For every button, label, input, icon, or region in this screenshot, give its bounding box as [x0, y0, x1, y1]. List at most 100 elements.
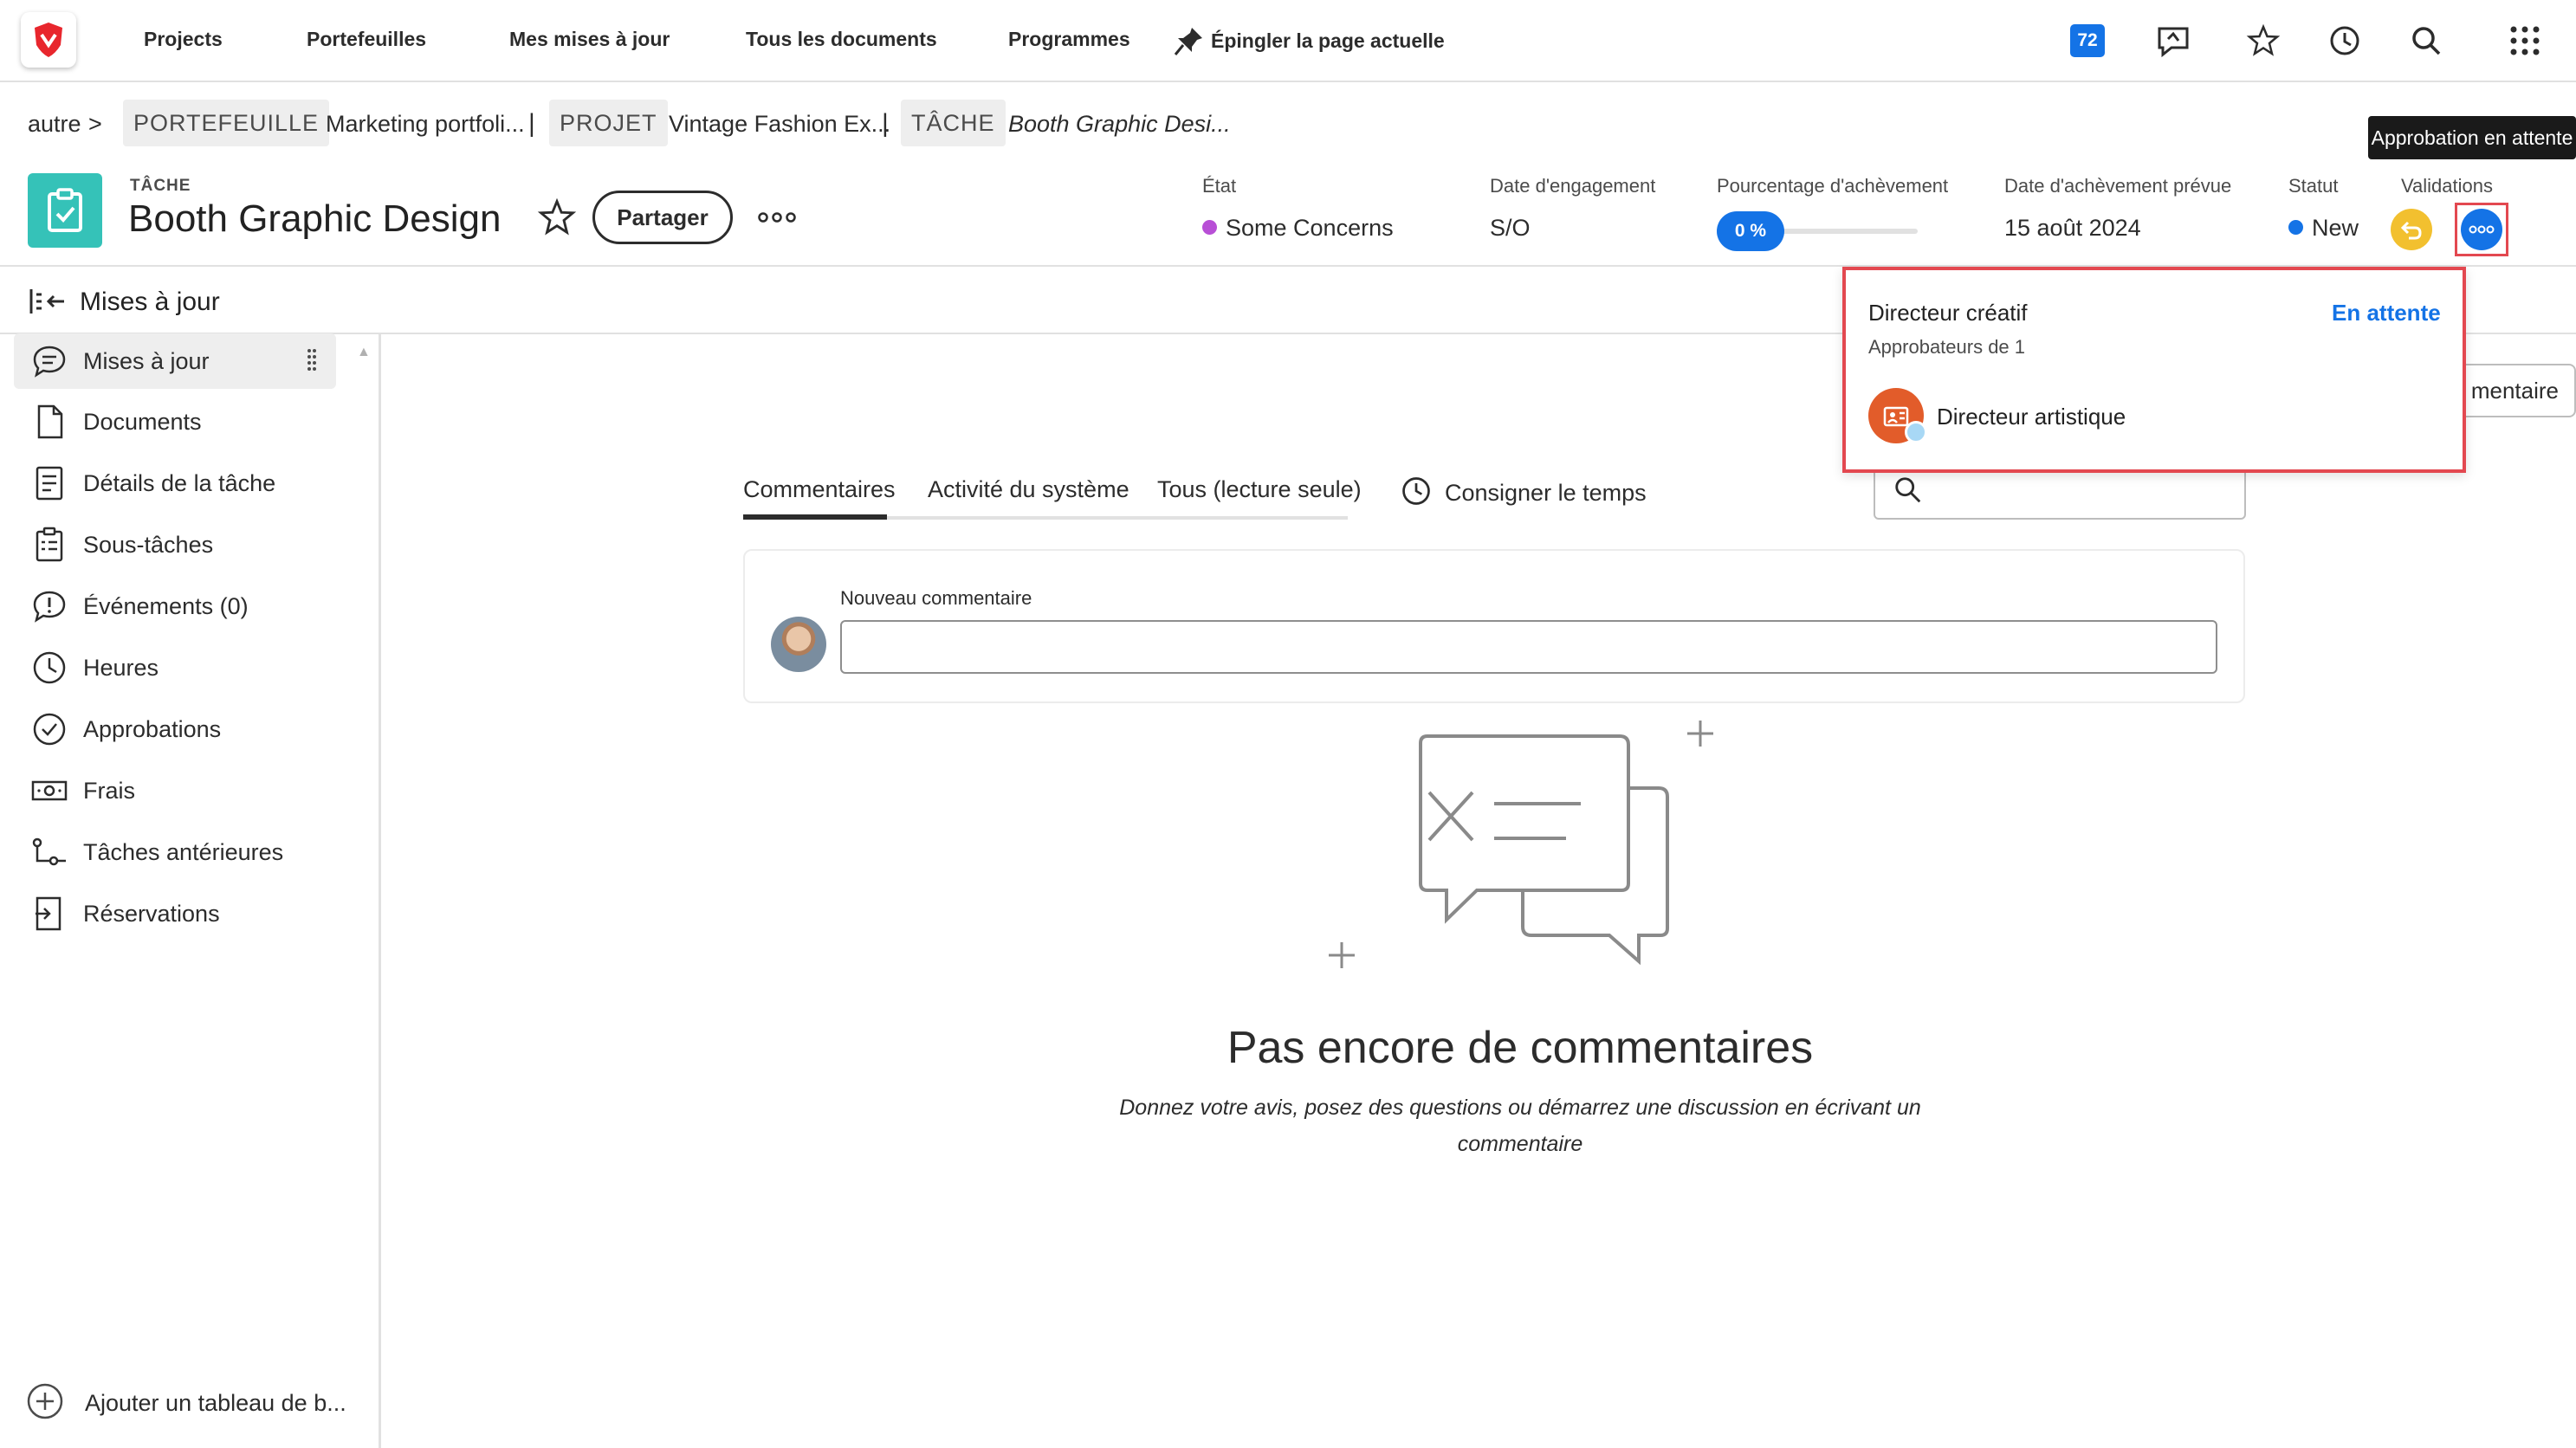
- approval-pending-icon[interactable]: [2461, 209, 2502, 250]
- pending-approval-tooltip: Approbation en attente: [2368, 116, 2576, 159]
- breadcrumb-separator: |: [882, 109, 889, 138]
- breadcrumb-project[interactable]: Vintage Fashion Ex...: [669, 111, 890, 138]
- notification-count-badge[interactable]: 72: [2070, 24, 2105, 57]
- sidebar-item-label: Sous-tâches: [83, 531, 214, 558]
- sidebar-item-predecessors[interactable]: Tâches antérieures: [14, 824, 336, 880]
- sidebar-item-label: Approbations: [83, 715, 222, 742]
- sidebar-item-hours[interactable]: Heures: [14, 640, 336, 695]
- commit-date-value[interactable]: S/O: [1490, 215, 1531, 242]
- active-tab-indicator: [743, 514, 887, 520]
- sidebar-item-task-details[interactable]: Détails de la tâche: [14, 456, 336, 511]
- chat-bubble-icon: [29, 341, 69, 381]
- money-icon: [29, 771, 69, 811]
- pin-page-button[interactable]: Épingler la page actuelle: [1173, 24, 1445, 57]
- add-board-label: Ajouter un tableau de b...: [85, 1390, 346, 1416]
- workfront-logo-icon: [35, 23, 62, 57]
- percent-complete-track[interactable]: [1779, 229, 1918, 234]
- status-value[interactable]: New: [2288, 215, 2359, 242]
- share-button[interactable]: Partager: [592, 191, 733, 244]
- favorite-star-icon[interactable]: [537, 197, 577, 242]
- recent-history-icon[interactable]: [2323, 19, 2366, 62]
- document-icon: [29, 402, 69, 442]
- apps-grid-icon[interactable]: [2503, 19, 2547, 62]
- log-time-button[interactable]: Consigner le temps: [1400, 475, 1647, 512]
- sidebar-item-expenses[interactable]: Frais: [14, 763, 336, 818]
- page-title[interactable]: Booth Graphic Design: [128, 197, 501, 241]
- nav-my-updates[interactable]: Mes mises à jour: [509, 28, 670, 51]
- drag-handle-icon[interactable]: [307, 347, 317, 376]
- sidebar-item-label: Détails de la tâche: [83, 469, 276, 496]
- pin-icon: [1174, 28, 1202, 55]
- clock-icon: [29, 648, 69, 688]
- nav-programs[interactable]: Programmes: [1008, 28, 1130, 51]
- details-icon: [29, 463, 69, 503]
- approval-popover: [1842, 267, 2466, 473]
- more-options-icon[interactable]: [757, 204, 797, 235]
- sidebar-item-label: Mises à jour: [83, 347, 210, 374]
- sidebar-item-label: Frais: [83, 777, 135, 804]
- breadcrumb-task-tag: TÂCHE: [901, 100, 1006, 146]
- object-type-label: TÂCHE: [130, 177, 191, 195]
- breadcrumb-root[interactable]: autre: [28, 111, 81, 138]
- panel-title: Mises à jour: [80, 288, 220, 316]
- planned-completion-value[interactable]: 15 août 2024: [2004, 215, 2141, 242]
- planned-completion-label: Date d'achèvement prévue: [2004, 175, 2232, 197]
- breadcrumb-project-tag: PROJET: [549, 100, 668, 146]
- sidebar-item-bookings[interactable]: Réservations: [14, 886, 336, 941]
- pin-page-label: Épingler la page actuelle: [1211, 29, 1445, 52]
- tab-all-read-only[interactable]: Tous (lecture seule): [1157, 476, 1362, 503]
- empty-state-title: Pas encore de commentaires: [1227, 1023, 1814, 1073]
- breadcrumb-portfolio[interactable]: Marketing portfoli...: [326, 111, 525, 138]
- approval-returned-icon[interactable]: [2391, 209, 2432, 250]
- sidebar-item-label: Tâches antérieures: [83, 838, 284, 865]
- status-text: New: [2312, 215, 2359, 241]
- add-board-button[interactable]: Ajouter un tableau de b...: [26, 1382, 346, 1425]
- condition-value[interactable]: Some Concerns: [1202, 215, 1394, 242]
- breadcrumb-portfolio-tag: PORTEFEUILLE: [123, 100, 330, 146]
- sidebar-item-issues[interactable]: Événements (0): [14, 579, 336, 634]
- sidebar-item-updates[interactable]: Mises à jour: [14, 333, 336, 389]
- condition-label: État: [1202, 175, 1237, 197]
- breadcrumb-separator: |: [528, 109, 535, 138]
- commit-date-label: Date d'engagement: [1490, 175, 1656, 197]
- sidebar-item-label: Documents: [83, 408, 202, 435]
- add-circle-icon: [26, 1382, 64, 1425]
- sidebar-item-label: Heures: [83, 654, 159, 681]
- issue-icon: [29, 586, 69, 626]
- pending-badge-icon: [1905, 421, 1927, 443]
- favorites-star-icon[interactable]: [2242, 19, 2285, 62]
- search-icon[interactable]: [2404, 19, 2448, 62]
- collapse-panel-icon[interactable]: [28, 286, 68, 321]
- nav-portfolios[interactable]: Portefeuilles: [307, 28, 426, 51]
- approval-status: En attente: [2332, 300, 2441, 326]
- app-logo[interactable]: [21, 12, 76, 68]
- no-comments-illustration-icon: [1317, 710, 1732, 992]
- tab-comments[interactable]: Commentaires: [743, 476, 896, 503]
- approvals-label: Validations: [2401, 175, 2493, 197]
- tab-system-activity[interactable]: Activité du système: [928, 476, 1129, 503]
- search-icon: [1893, 475, 1924, 510]
- sidebar-item-subtasks[interactable]: Sous-tâches: [14, 517, 336, 572]
- approvers-count: Approbateurs de 1: [1868, 336, 2026, 358]
- percent-complete-value[interactable]: 0 %: [1717, 211, 1784, 251]
- scroll-up-arrow[interactable]: ▲: [357, 345, 371, 360]
- new-comment-label: Nouveau commentaire: [840, 587, 1032, 609]
- new-comment-input[interactable]: [840, 620, 2217, 674]
- nav-projects[interactable]: Projects: [144, 28, 223, 51]
- status-dot: [2288, 220, 2303, 236]
- percent-complete-label: Pourcentage d'achèvement: [1717, 175, 1949, 197]
- task-clipboard-icon: [28, 173, 102, 248]
- predecessors-icon: [29, 832, 69, 872]
- breadcrumb-task: Booth Graphic Desi...: [1008, 111, 1231, 137]
- user-avatar: [771, 617, 826, 672]
- sidebar-item-approvals[interactable]: Approbations: [14, 701, 336, 757]
- condition-dot: [1202, 220, 1217, 236]
- approver-name[interactable]: Directeur artistique: [1937, 404, 2126, 430]
- sidebar-item-documents[interactable]: Documents: [14, 394, 336, 449]
- clock-icon: [1400, 475, 1433, 512]
- whats-new-icon[interactable]: [2152, 19, 2195, 62]
- condition-text: Some Concerns: [1226, 215, 1394, 241]
- nav-all-documents[interactable]: Tous les documents: [746, 28, 937, 51]
- booking-icon: [29, 894, 69, 934]
- approval-role: Directeur créatif: [1868, 300, 2028, 326]
